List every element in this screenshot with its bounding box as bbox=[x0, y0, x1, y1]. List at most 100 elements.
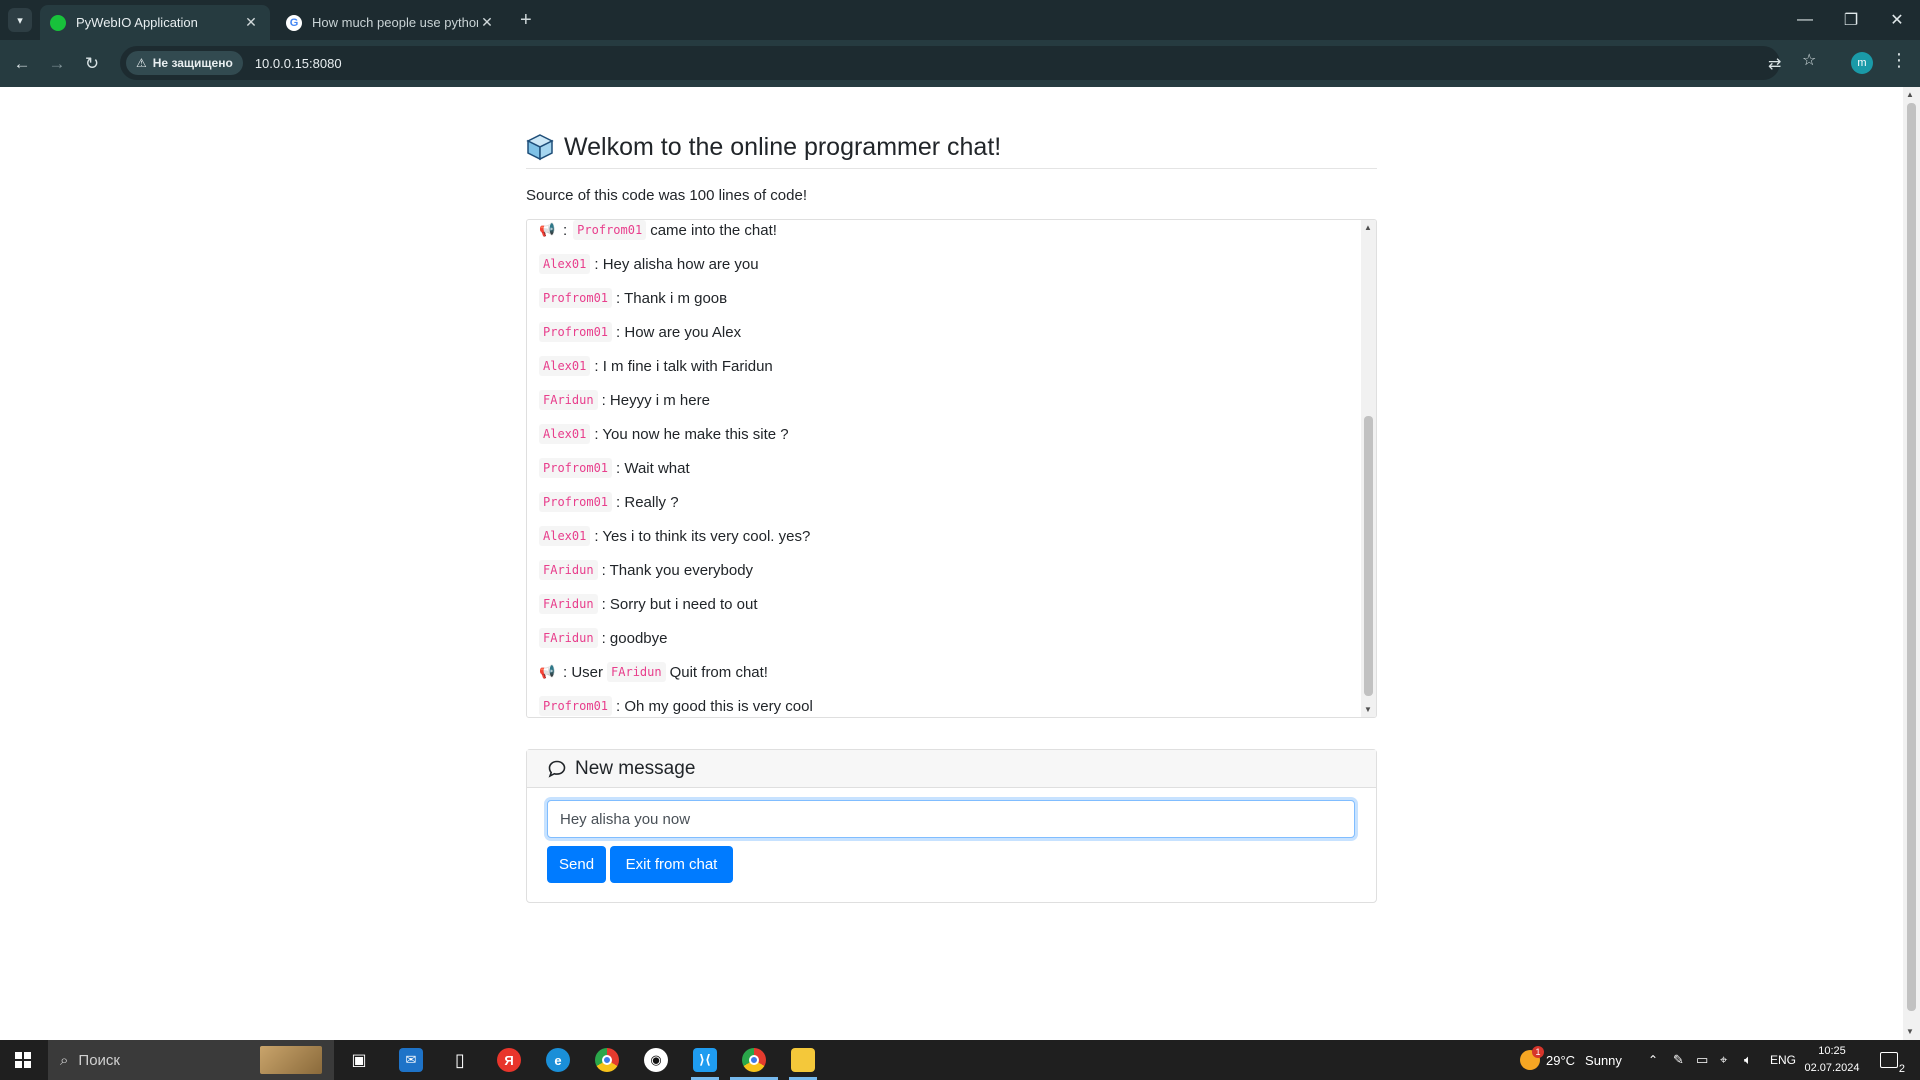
close-window-icon[interactable]: ✕ bbox=[1874, 0, 1920, 40]
system-separator: : bbox=[563, 221, 568, 239]
search-icon: ⌕ bbox=[60, 1051, 69, 1069]
web-page: Welkom to the online programmer chat! So… bbox=[0, 87, 1903, 1040]
megaphone-icon: 📢 bbox=[539, 664, 556, 679]
tab-python-usage[interactable]: G How much people use python ✕ bbox=[276, 5, 506, 40]
task-view-icon[interactable]: ▣ bbox=[347, 1048, 371, 1072]
send-button[interactable]: Send bbox=[547, 846, 606, 883]
username-tag: FAridun bbox=[607, 662, 666, 682]
message-text: : I m fine i talk with Faridun bbox=[594, 357, 773, 375]
yandex-browser-icon[interactable]: Я bbox=[497, 1048, 521, 1072]
message-text: : Hey alisha how are you bbox=[594, 255, 759, 273]
browser-menu-icon[interactable]: ⋮ bbox=[1890, 50, 1908, 71]
volume-icon[interactable]: 🔈︎ bbox=[1744, 1040, 1752, 1080]
url-text[interactable]: 10.0.0.15:8080 bbox=[255, 56, 342, 71]
taskbar-search[interactable]: ⌕ Поиск bbox=[48, 1040, 334, 1080]
chat-message-list: 📢 : Profrom01 came into the chat! Alex01… bbox=[527, 220, 1359, 717]
tab-search-dropdown[interactable]: ▾ bbox=[8, 8, 32, 32]
network-icon[interactable]: ⌖ bbox=[1720, 1040, 1727, 1080]
chat-message: Alex01 : I m fine i talk with Faridun bbox=[527, 349, 1359, 383]
google-favicon-icon: G bbox=[286, 14, 302, 31]
restore-icon[interactable]: ❐ bbox=[1828, 0, 1874, 40]
message-text: : Thank i m gooв bbox=[616, 289, 728, 307]
battery-icon[interactable]: ▭ bbox=[1696, 1040, 1708, 1080]
username-tag: FAridun bbox=[539, 594, 598, 614]
file-explorer-icon[interactable] bbox=[791, 1048, 815, 1072]
vscode-icon[interactable]: ⟩⟨ bbox=[693, 1048, 717, 1072]
username-tag: FAridun bbox=[539, 560, 598, 580]
megaphone-icon: 📢 bbox=[539, 222, 556, 237]
weather-badge: 1 bbox=[1532, 1046, 1544, 1058]
system-message: 📢 : User FAridun Quit from chat! bbox=[527, 655, 1359, 689]
message-text: : Heyyy i m here bbox=[601, 391, 710, 409]
chrome-icon[interactable] bbox=[595, 1048, 619, 1072]
page-scrollbar[interactable]: ▲ ▼ bbox=[1903, 87, 1920, 1040]
security-label: Не защищено bbox=[152, 56, 233, 70]
new-message-title: New message bbox=[575, 757, 696, 779]
pen-icon[interactable]: ✎ bbox=[1673, 1040, 1684, 1080]
page-header: Welkom to the online programmer chat! bbox=[526, 131, 1377, 169]
page-scroll-down-icon[interactable]: ▼ bbox=[1906, 1027, 1914, 1036]
message-text: : goodbye bbox=[601, 629, 668, 647]
scroll-down-icon[interactable]: ▼ bbox=[1364, 705, 1372, 714]
minimize-icon[interactable]: — bbox=[1782, 0, 1828, 40]
username-tag: Alex01 bbox=[539, 424, 591, 444]
new-message-card: New message Send Exit from chat bbox=[526, 749, 1377, 903]
forward-icon[interactable]: → bbox=[45, 52, 69, 76]
username-tag: Profrom01 bbox=[573, 220, 647, 240]
username-tag: Profrom01 bbox=[539, 322, 613, 342]
mail-icon[interactable]: ✉ bbox=[399, 1048, 423, 1072]
close-tab-icon[interactable]: ✕ bbox=[242, 14, 260, 31]
bookmark-star-icon[interactable]: ☆ bbox=[1802, 50, 1816, 70]
message-text: : Yes i to think its very cool. yes? bbox=[594, 527, 811, 545]
notification-center-icon[interactable]: 2 bbox=[1880, 1040, 1905, 1080]
weather-widget[interactable]: 1 29°C Sunny bbox=[1520, 1040, 1622, 1080]
source-note: Source of this code was 100 lines of cod… bbox=[526, 187, 808, 204]
chat-messages-box[interactable]: 📢 : Profrom01 came into the chat! Alex01… bbox=[526, 219, 1377, 718]
chrome-profile-icon[interactable] bbox=[742, 1048, 766, 1072]
file-icon[interactable]: ▯ bbox=[448, 1048, 472, 1072]
show-hidden-icons-icon[interactable]: ⌃ bbox=[1648, 1040, 1658, 1080]
windows-logo-icon bbox=[15, 1052, 31, 1068]
message-text: : Sorry but i need to out bbox=[601, 595, 758, 613]
browser-titlebar: ▾ PyWebIO Application ✕ G How much peopl… bbox=[0, 0, 1920, 40]
message-text: : Really ? bbox=[616, 493, 679, 511]
username-tag: Profrom01 bbox=[539, 458, 613, 478]
tab-pywebio[interactable]: PyWebIO Application ✕ bbox=[40, 5, 270, 40]
sun-icon: 1 bbox=[1520, 1046, 1544, 1070]
exit-chat-button[interactable]: Exit from chat bbox=[610, 846, 733, 883]
profile-avatar[interactable]: m bbox=[1851, 52, 1873, 74]
chat-message: FAridun : goodbye bbox=[527, 621, 1359, 655]
start-button[interactable] bbox=[0, 1040, 46, 1080]
new-tab-icon[interactable]: + bbox=[520, 9, 532, 32]
username-tag: FAridun bbox=[539, 390, 598, 410]
chat-message: FAridun : Heyyy i m here bbox=[527, 383, 1359, 417]
security-chip[interactable]: ⚠ Не защищено bbox=[126, 51, 243, 75]
github-desktop-icon[interactable]: ◉ bbox=[644, 1048, 668, 1072]
address-bar[interactable]: ⚠ Не защищено 10.0.0.15:8080 ⇄ bbox=[120, 46, 1781, 80]
username-tag: Profrom01 bbox=[539, 288, 613, 308]
browser-toolbar: ← → ↻ ⚠ Не защищено 10.0.0.15:8080 ⇄ ☆ bbox=[0, 40, 1920, 87]
page-scroll-up-icon[interactable]: ▲ bbox=[1906, 90, 1914, 99]
weather-text: Sunny bbox=[1585, 1052, 1622, 1068]
page-scrollbar-thumb[interactable] bbox=[1907, 103, 1916, 1011]
message-input[interactable] bbox=[547, 800, 1355, 838]
close-tab-icon[interactable]: ✕ bbox=[478, 14, 496, 31]
back-icon[interactable]: ← bbox=[10, 52, 34, 76]
scroll-up-icon[interactable]: ▲ bbox=[1364, 223, 1372, 232]
username-tag: Profrom01 bbox=[539, 492, 613, 512]
edge-icon[interactable]: e bbox=[546, 1048, 570, 1072]
clock-date: 02.07.2024 bbox=[1804, 1062, 1860, 1074]
chat-bubble-icon bbox=[548, 760, 566, 778]
chat-message: Alex01 : Hey alisha how are you bbox=[527, 247, 1359, 281]
system-clock[interactable]: 10:25 02.07.2024 bbox=[1798, 1043, 1866, 1077]
system-message: 📢 : Profrom01 came into the chat! bbox=[527, 220, 1359, 247]
warning-icon: ⚠ bbox=[136, 56, 147, 70]
chat-scrollbar[interactable]: ▲ ▼ bbox=[1361, 220, 1376, 717]
language-indicator[interactable]: ENG bbox=[1770, 1040, 1796, 1080]
chat-scrollbar-thumb[interactable] bbox=[1364, 416, 1373, 696]
username-tag: Alex01 bbox=[539, 526, 591, 546]
reload-icon[interactable]: ↻ bbox=[80, 52, 104, 76]
notification-count: 2 bbox=[1898, 1063, 1905, 1075]
message-text: came into the chat! bbox=[650, 221, 777, 239]
translate-icon[interactable]: ⇄ bbox=[1768, 54, 1781, 74]
